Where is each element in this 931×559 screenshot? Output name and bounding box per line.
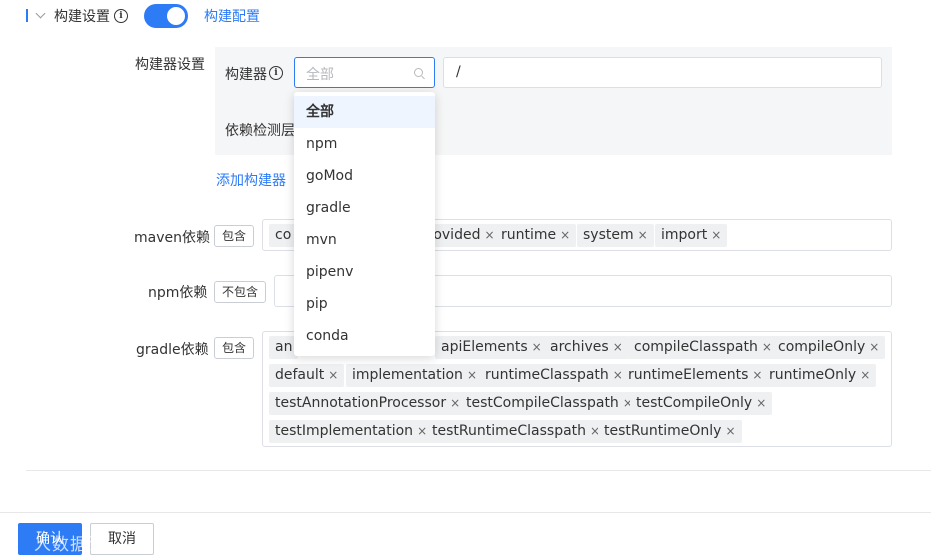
build-settings-toggle[interactable] [144, 4, 188, 28]
dropdown-option[interactable]: mvn [294, 224, 435, 256]
add-builder-link[interactable]: 添加构建器 [216, 170, 286, 190]
tag-label: archives [550, 339, 609, 355]
close-icon[interactable]: × [762, 340, 772, 354]
tag-label: compileClasspath [634, 339, 758, 355]
close-icon[interactable]: × [484, 228, 494, 242]
tag: runtimeOnly × [763, 364, 877, 387]
search-icon [414, 68, 423, 77]
dropdown-option[interactable]: pip [294, 288, 435, 320]
dropdown-option[interactable]: 全部 [294, 96, 435, 128]
divider [0, 512, 931, 513]
watermark: 人数据说 [34, 535, 106, 555]
tag: compileOnly × [772, 336, 886, 359]
close-icon[interactable]: × [467, 368, 477, 382]
builder-settings-label: 构建器设置 [135, 57, 205, 73]
dropdown-option[interactable]: pipenv [294, 256, 435, 288]
builder-path-input[interactable]: / [443, 57, 882, 88]
builder-select-placeholder: 全部 [306, 67, 334, 83]
info-icon[interactable]: i [269, 66, 283, 80]
close-icon[interactable]: × [752, 368, 762, 382]
chevron-down-icon[interactable] [35, 8, 46, 19]
dropdown-option[interactable]: npm [294, 128, 435, 160]
tag-label: testRuntimeClasspath [432, 423, 587, 439]
tag: testRuntimeOnly × [598, 420, 742, 443]
builder-dropdown: 全部 npm goMod gradle mvn pipenv pip conda [294, 92, 435, 356]
tag-label: co [275, 227, 292, 243]
dropdown-option[interactable]: gradle [294, 192, 435, 224]
gradle-mode-button[interactable]: 包含 [214, 337, 254, 359]
divider [26, 470, 931, 471]
tag: testCompileClasspath × [460, 392, 639, 415]
tag-label: compileOnly [778, 339, 866, 355]
tag: testCompileOnly × [630, 392, 773, 415]
tag: runtime × [495, 224, 577, 247]
dependency-detect-label: 依赖检测层 [225, 123, 295, 139]
tag: apiElements × [435, 336, 548, 359]
close-icon[interactable]: × [560, 228, 570, 242]
tag: runtimeClasspath × [479, 364, 629, 387]
close-icon[interactable]: × [328, 368, 338, 382]
builder-select[interactable]: 全部 [294, 57, 435, 88]
tag: import × [655, 224, 728, 247]
toggle-knob [167, 7, 185, 25]
tag-label: an [275, 339, 293, 355]
builder-path-value: / [456, 64, 461, 80]
info-icon[interactable]: i [114, 9, 128, 23]
tag: testImplementation × [269, 420, 434, 443]
close-icon[interactable]: × [638, 228, 648, 242]
close-icon[interactable]: × [860, 368, 870, 382]
tag-label: system [583, 227, 634, 243]
section-accent-bar [26, 9, 28, 22]
tag: implementation × [346, 364, 483, 387]
tag-label: runtimeOnly [769, 367, 857, 383]
tag-label: runtimeElements [628, 367, 749, 383]
close-icon[interactable]: × [532, 340, 542, 354]
close-icon[interactable]: × [613, 340, 623, 354]
maven-mode-button[interactable]: 包含 [214, 225, 254, 247]
tag-label: runtimeClasspath [485, 367, 609, 383]
close-icon[interactable]: × [450, 396, 460, 410]
dropdown-option[interactable]: goMod [294, 160, 435, 192]
tag-label: testRuntimeOnly [604, 423, 722, 439]
tag: archives × [544, 336, 629, 359]
dropdown-option[interactable]: conda [294, 320, 435, 352]
maven-dependency-label: maven依赖 [134, 230, 210, 246]
tag-label: runtime [501, 227, 557, 243]
tag-label: import [661, 227, 708, 243]
builder-field-label: 构建器 [225, 67, 267, 83]
close-icon[interactable]: × [756, 396, 766, 410]
npm-dependency-label: npm依赖 [148, 285, 208, 301]
tag-label: testCompileClasspath [466, 395, 619, 411]
tag: default × [269, 364, 345, 387]
tag: testAnnotationProcessor × [269, 392, 467, 415]
npm-mode-button[interactable]: 不包含 [214, 281, 266, 303]
tag: runtimeElements × [622, 364, 769, 387]
tag-label: testCompileOnly [636, 395, 753, 411]
tag: compileClasspath × [628, 336, 778, 359]
tag: testRuntimeClasspath × [426, 420, 607, 443]
tag-label: default [275, 367, 325, 383]
tag-label: testImplementation [275, 423, 414, 439]
close-icon[interactable]: × [869, 340, 879, 354]
section-title: 构建设置 [54, 9, 110, 25]
tag-label: apiElements [441, 339, 528, 355]
close-icon[interactable]: × [725, 424, 735, 438]
close-icon[interactable]: × [711, 228, 721, 242]
tag: system × [577, 224, 654, 247]
gradle-dependency-label: gradle依赖 [136, 342, 209, 358]
tag-label: testAnnotationProcessor [275, 395, 447, 411]
tag-label: implementation [352, 367, 463, 383]
build-config-link[interactable]: 构建配置 [204, 6, 260, 26]
